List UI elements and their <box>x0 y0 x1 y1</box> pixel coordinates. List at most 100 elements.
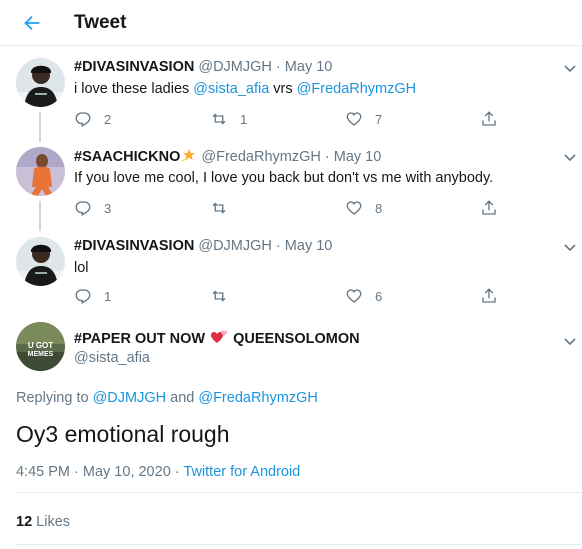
retweet-count: 1 <box>240 111 248 127</box>
share-button[interactable] <box>480 109 498 129</box>
more-options-button[interactable] <box>562 333 578 349</box>
svg-text:MEMES: MEMES <box>28 351 54 358</box>
handle[interactable]: @DJMJGH <box>198 238 272 254</box>
reply-count: 3 <box>104 200 112 216</box>
text-fragment: i love these ladies <box>74 81 194 97</box>
share-button[interactable] <box>480 286 498 306</box>
reply-button[interactable]: 2 <box>74 109 111 129</box>
reply-icon <box>75 201 91 216</box>
likes-link[interactable]: 12 Likes <box>16 514 70 530</box>
tweet-actions: 3 8 <box>74 198 504 218</box>
avatar[interactable] <box>16 237 65 286</box>
tweet-header: #DIVASINVASION @DJMJGH · May 10 <box>74 237 332 255</box>
reply-icon <box>75 112 91 127</box>
thread-line <box>39 201 41 231</box>
likes-count: 12 <box>16 514 33 530</box>
chevron-down-icon <box>564 154 576 162</box>
more-options-button[interactable] <box>562 60 578 76</box>
divider <box>16 544 582 545</box>
retweet-icon <box>212 113 226 125</box>
reply-button[interactable]: 1 <box>74 286 111 306</box>
mention-link[interactable]: @FredaRhymzGH <box>297 81 416 97</box>
retweet-button[interactable] <box>210 286 240 306</box>
retweet-button[interactable] <box>210 198 240 218</box>
back-button[interactable] <box>18 9 46 37</box>
separator: · <box>324 149 330 165</box>
display-name[interactable]: #PAPER OUT NOW QUEENSOLOMON <box>74 329 360 347</box>
mention-link[interactable]: @sista_afia <box>193 81 269 97</box>
reply-button[interactable]: 3 <box>74 198 111 218</box>
tweet-time[interactable]: 4:45 PM <box>16 464 70 480</box>
share-button[interactable] <box>480 198 498 218</box>
mention-link[interactable]: @DJMJGH <box>93 390 167 406</box>
divider <box>16 492 582 493</box>
tweet-text: Oy3 emotional rough <box>16 421 230 447</box>
retweet-icon <box>212 290 226 302</box>
tweet-source-link[interactable]: Twitter for Android <box>183 464 300 480</box>
more-options-button[interactable] <box>562 149 578 165</box>
dizzy-star-emoji <box>182 149 196 162</box>
chevron-down-icon <box>564 338 576 346</box>
name-part: #PAPER OUT NOW <box>74 331 206 347</box>
separator: · <box>70 464 83 480</box>
display-name[interactable]: #DIVASINVASION <box>74 238 194 254</box>
name-part: QUEENSOLOMON <box>233 331 360 347</box>
handle[interactable]: @FredaRhymzGH <box>201 149 320 165</box>
chevron-down-icon <box>564 244 576 252</box>
reply-count: 2 <box>104 111 112 127</box>
arrow-left-icon <box>24 15 40 31</box>
avatar-logo-text: U GOT <box>28 341 53 350</box>
like-count: 7 <box>375 111 383 127</box>
display-name[interactable]: #DIVASINVASION <box>74 59 194 75</box>
replying-prefix: Replying to <box>16 390 93 406</box>
tweet-text: lol <box>74 260 89 276</box>
like-button[interactable]: 7 <box>345 109 382 129</box>
heart-icon <box>346 112 362 126</box>
separator: · <box>275 59 281 75</box>
heart-icon <box>346 289 362 303</box>
top-bar: Tweet <box>0 0 582 46</box>
tweet-text: i love these ladies @sista_afia vrs @Fre… <box>74 80 416 99</box>
separator: · <box>170 464 184 480</box>
more-options-button[interactable] <box>562 239 578 255</box>
share-icon <box>482 288 496 303</box>
like-count: 6 <box>375 288 383 304</box>
tweet-header: #SAACHICKNO @FredaRhymzGH · May 10 <box>74 147 381 166</box>
thread-line <box>39 112 41 142</box>
handle[interactable]: @DJMJGH <box>198 59 272 75</box>
mention-link[interactable]: @FredaRhymzGH <box>198 390 317 406</box>
thread-tweet[interactable]: #DIVASINVASION @DJMJGH · May 10 lol 1 6 <box>0 237 582 313</box>
likes-label: Likes <box>36 514 71 530</box>
reply-count: 1 <box>104 288 112 304</box>
page-title: Tweet <box>74 12 127 33</box>
tweet-text: If you love me cool, I love you back but… <box>74 170 494 186</box>
timestamp[interactable]: May 10 <box>285 59 333 75</box>
handle[interactable]: @sista_afia <box>74 350 150 366</box>
like-button[interactable]: 6 <box>345 286 382 306</box>
separator: · <box>275 238 281 254</box>
share-icon <box>482 111 496 126</box>
retweet-icon <box>212 202 226 214</box>
retweet-button[interactable]: 1 <box>210 109 247 129</box>
avatar[interactable]: U GOT MEMES <box>16 322 65 371</box>
text-fragment: vrs <box>269 81 297 97</box>
heart-icon <box>346 201 362 215</box>
two-hearts-emoji <box>211 330 228 343</box>
tweet-actions: 1 6 <box>74 286 504 306</box>
replying-and: and <box>166 390 199 406</box>
tweet-date[interactable]: May 10, 2020 <box>83 464 171 480</box>
thread-tweet[interactable]: #SAACHICKNO @FredaRhymzGH · May 10 If yo… <box>0 147 582 233</box>
tweet-meta: 4:45 PM · May 10, 2020 · Twitter for And… <box>16 464 300 480</box>
share-icon <box>482 200 496 215</box>
like-button[interactable]: 8 <box>345 198 382 218</box>
timestamp[interactable]: May 10 <box>285 238 333 254</box>
timestamp[interactable]: May 10 <box>334 149 382 165</box>
display-name[interactable]: #SAACHICKNO <box>74 149 180 165</box>
like-count: 8 <box>375 200 383 216</box>
tweet-header: #DIVASINVASION @DJMJGH · May 10 <box>74 58 332 76</box>
replying-to: Replying to @DJMJGH and @FredaRhymzGH <box>16 390 318 406</box>
avatar[interactable] <box>16 147 65 196</box>
thread-tweet[interactable]: #DIVASINVASION @DJMJGH · May 10 i love t… <box>0 58 582 144</box>
chevron-down-icon <box>564 65 576 73</box>
avatar[interactable] <box>16 58 65 107</box>
